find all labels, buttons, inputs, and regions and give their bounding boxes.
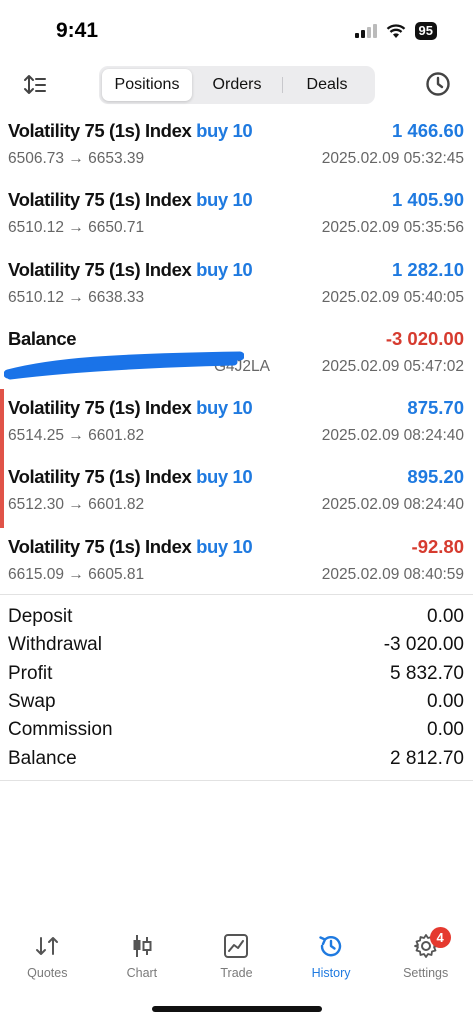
trade-prices: 6615.09 → 6605.81 (8, 565, 145, 583)
sort-icon (24, 75, 46, 94)
trade-profit: 1 405.90 (391, 189, 464, 211)
tab-label: Quotes (27, 966, 68, 980)
trade-prices: 6510.12 → 6638.33 (8, 288, 145, 306)
summary-value: 0.00 (427, 719, 464, 741)
settings-badge: 4 (429, 927, 451, 948)
trade-time: 2025.02.09 05:40:05 (321, 288, 464, 306)
tab-quotes[interactable]: Quotes (0, 926, 95, 990)
home-indicator (152, 1006, 322, 1012)
summary-label: Balance (8, 747, 77, 769)
summary-label: Swap (8, 691, 56, 713)
summary-value: 5 832.70 (390, 662, 464, 684)
tab-label: History (311, 966, 351, 980)
summary-row-swap: Swap 0.00 (0, 688, 473, 716)
summary-label: Commission (8, 719, 113, 741)
summary-value: -3 020.00 (383, 634, 464, 656)
trade-direction: buy 10 (196, 466, 253, 488)
tab-deals[interactable]: Deals (282, 69, 372, 101)
summary-value: 0.00 (427, 691, 464, 713)
trade-symbol: Volatility 75 (1s) Index (8, 120, 192, 141)
list-item[interactable]: Volatility 75 (1s) Index buy 10 895.20 6… (0, 458, 473, 529)
trade-time: 2025.02.09 05:35:56 (321, 219, 464, 237)
redaction-scribble (4, 351, 244, 380)
trade-profit: 875.70 (407, 397, 464, 419)
list-item[interactable]: Volatility 75 (1s) Index buy 10 -92.80 6… (0, 528, 473, 597)
summary-value: 2 812.70 (390, 747, 464, 769)
trade-direction: buy 10 (196, 120, 253, 141)
tab-chart[interactable]: Chart (95, 926, 190, 990)
history-icon (319, 936, 342, 957)
status-bar: 9:41 95 (0, 0, 473, 64)
tab-label: Trade (220, 966, 253, 980)
trade-time: 2025.02.09 05:32:45 (321, 150, 464, 167)
tab-orders[interactable]: Orders (192, 69, 282, 101)
trade-symbol: Balance (8, 327, 77, 349)
trade-symbol: Volatility 75 (1s) Index (8, 397, 192, 419)
list-item[interactable]: Volatility 75 (1s) Index buy 10 1 282.10… (0, 251, 473, 320)
summary-row-profit: Profit 5 832.70 (0, 660, 473, 688)
trade-symbol: Volatility 75 (1s) Index (8, 535, 192, 557)
trade-prices: 6510.12 → 6650.71 (8, 219, 145, 237)
tab-positions[interactable]: Positions (102, 69, 192, 101)
signal-icon (354, 24, 377, 38)
list-item[interactable]: Volatility 75 (1s) Index buy 10 1 405.90… (0, 181, 473, 250)
tab-label: Settings (403, 966, 449, 980)
summary-label: Profit (8, 662, 53, 684)
trade-prices: 6506.73 → 6653.39 (8, 150, 145, 167)
trade-symbol: Volatility 75 (1s) Index (8, 258, 192, 280)
trade-profit: -92.80 (411, 535, 464, 557)
tab-label: Chart (126, 966, 158, 980)
status-time: 9:41 (56, 19, 99, 42)
trade-profit: 895.20 (407, 466, 464, 488)
trade-prices: 6512.30 → 6601.82 (8, 496, 145, 514)
trade-icon (224, 934, 249, 958)
trade-time: 2025.02.09 05:47:02 (321, 357, 464, 375)
quotes-icon (36, 937, 59, 955)
bottom-tab-bar: Quotes Chart Trade History 4 Settings (0, 926, 473, 990)
sort-button[interactable] (20, 70, 50, 100)
summary-value: 0.00 (427, 606, 464, 628)
tab-settings[interactable]: 4 Settings (378, 926, 473, 990)
clock-icon (426, 72, 450, 96)
summary-panel: Deposit 0.00 Withdrawal -3 020.00 Profit… (0, 594, 473, 781)
trade-time: 2025.02.09 08:24:40 (321, 427, 464, 445)
summary-row-deposit: Deposit 0.00 (0, 603, 473, 631)
tab-history[interactable]: History (284, 926, 379, 990)
trade-direction: buy 10 (196, 258, 253, 280)
trade-direction: buy 10 (196, 535, 253, 557)
view-segmented-control: Positions Orders Deals (99, 66, 375, 104)
tab-trade[interactable]: Trade (189, 926, 284, 990)
trade-profit: 1 466.60 (391, 120, 464, 141)
trade-time: 2025.02.09 08:24:40 (321, 496, 464, 514)
trade-symbol: Volatility 75 (1s) Index (8, 189, 192, 211)
summary-label: Deposit (8, 606, 73, 628)
toolbar: Positions Orders Deals (0, 64, 473, 106)
summary-row-withdrawal: Withdrawal -3 020.00 (0, 631, 473, 659)
trade-time: 2025.02.09 08:40:59 (321, 565, 464, 583)
wifi-icon (386, 23, 405, 38)
status-icons: 95 (354, 22, 437, 40)
deals-list: Volatility 75 (1s) Index buy 10 1 466.60… (0, 112, 473, 597)
summary-row-commission: Commission 0.00 (0, 716, 473, 744)
battery-indicator: 95 (414, 22, 437, 40)
trade-prices: 6514.25 → 6601.82 (8, 427, 145, 445)
list-item[interactable]: Volatility 75 (1s) Index buy 10 1 466.60… (0, 112, 473, 181)
trade-symbol: Volatility 75 (1s) Index (8, 466, 192, 488)
trade-profit: 1 282.10 (391, 258, 464, 280)
trade-direction: buy 10 (196, 397, 253, 419)
chart-icon (133, 935, 152, 957)
trade-direction: buy 10 (196, 189, 253, 211)
summary-label: Withdrawal (8, 634, 102, 656)
summary-row-balance: Balance 2 812.70 (0, 744, 473, 772)
list-item[interactable]: Volatility 75 (1s) Index buy 10 875.70 6… (0, 389, 473, 459)
period-button[interactable] (423, 69, 453, 99)
trade-profit: -3 020.00 (385, 327, 464, 349)
